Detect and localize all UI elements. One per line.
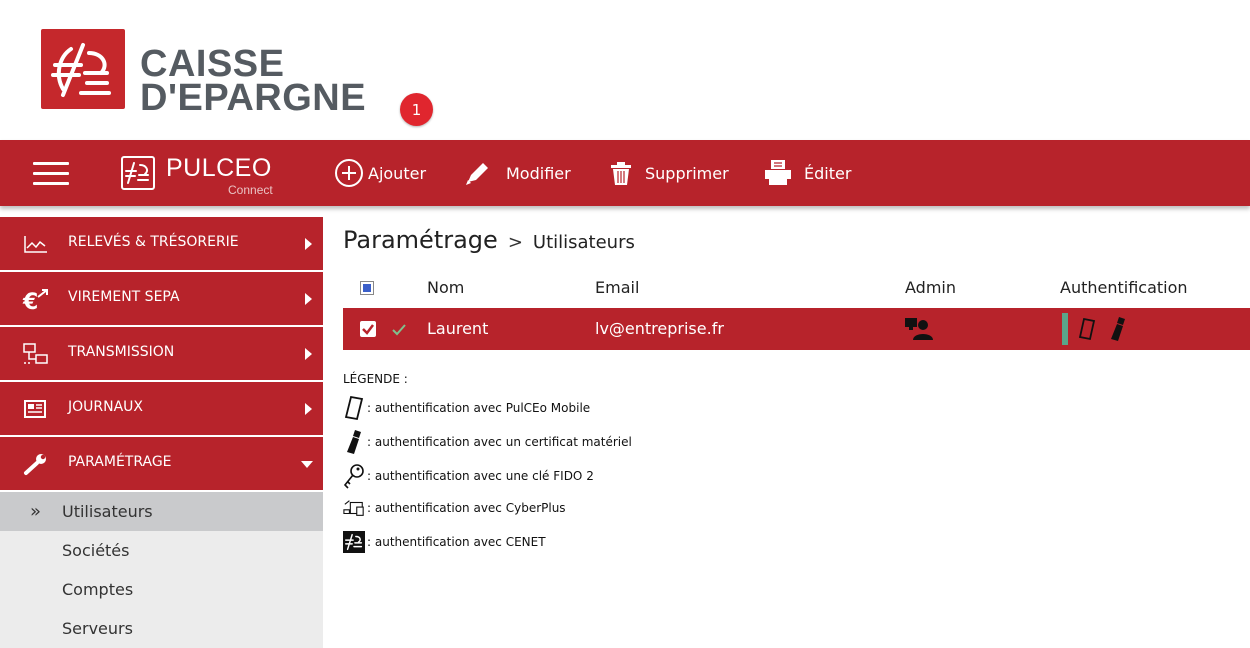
print-button[interactable]: Éditer [762,157,851,189]
submenu-item-comptes[interactable]: Comptes [0,570,323,609]
row-checkbox[interactable] [360,321,376,337]
cenet-logo-icon [343,529,365,555]
pulceo-logo-icon [120,155,156,191]
sidebar-item-label: VIREMENT SEPA [68,289,180,305]
chevron-right-icon [305,238,312,250]
admin-user-icon [905,318,933,340]
chart-line-icon [24,236,47,253]
pencil-icon [466,163,488,185]
auth-status-bar [1062,313,1068,345]
sidebar-item-label: PARAMÉTRAGE [68,454,172,470]
squirrel-logo-icon [41,29,125,109]
legend-text: : authentification avec CyberPlus [367,501,566,515]
euro-transfer-icon: € [22,289,48,311]
bank-name-line2: D'EPARGNE [140,77,367,119]
column-header-admin[interactable]: Admin [905,278,956,297]
breadcrumb-separator: > [507,232,523,253]
breadcrumb: Paramétrage > Utilisateurs [343,226,635,254]
cell-name: Laurent [427,319,489,338]
submenu-item-utilisateurs[interactable]: » Utilisateurs [0,492,323,531]
add-label: Ajouter [368,163,427,183]
chevron-right-icon [305,293,312,305]
chevron-down-icon [301,461,313,468]
newspaper-icon [24,400,46,418]
app-name: PULCEO [166,154,272,182]
legend-text: : authentification avec PulCEo Mobile [367,401,591,415]
printer-icon [765,160,791,185]
delete-button[interactable]: Supprimer [609,157,729,189]
top-toolbar: PULCEO Connect Ajouter Modifier Supprime… [0,140,1250,206]
checkmark-icon [362,324,374,335]
add-button[interactable]: Ajouter [334,157,426,189]
legend-title: LÉGENDE : [343,372,408,386]
trash-icon [611,162,631,185]
sidebar-item-label: RELEVÉS & TRÉSORERIE [68,234,239,250]
submenu-item-label: Sociétés [62,541,130,560]
mobile-phone-icon [1078,317,1096,341]
legend-item: : authentification avec PulCEo Mobile [343,394,590,422]
active-check-icon [392,324,406,336]
network-icon [23,343,48,364]
usb-key-icon [1111,317,1125,341]
sidebar-item-label: TRANSMISSION [68,344,175,360]
usb-key-icon [343,429,365,455]
app-subtitle: Connect [228,183,273,197]
table-header: Nom Email Admin Authentification [343,274,1250,304]
sidebar-item-parametrage[interactable]: PARAMÉTRAGE [0,437,323,490]
column-header-authentification[interactable]: Authentification [1060,278,1188,297]
double-chevron-icon: » [30,501,42,522]
sidebar-item-virement[interactable]: € VIREMENT SEPA [0,272,323,325]
legend: LÉGENDE : [343,372,408,390]
column-header-email[interactable]: Email [595,278,639,297]
cell-email: lv@entreprise.fr [595,319,724,338]
breadcrumb-root[interactable]: Paramétrage [343,226,498,254]
legend-list: : authentification avec PulCEo Mobile : … [343,392,763,572]
bank-name-line1: CAISSE [140,43,285,85]
sidebar-item-releves[interactable]: RELEVÉS & TRÉSORERIE [0,217,323,270]
legend-item: : authentification avec CyberPlus [343,494,566,522]
submenu-item-label: Comptes [62,580,134,599]
key-icon [343,463,365,489]
mobile-phone-icon [343,395,365,421]
legend-item: : authentification avec un certificat ma… [343,428,632,456]
plus-circle-icon [335,159,363,187]
submenu-item-label: Serveurs [62,619,133,638]
legend-text: : authentification avec CENET [367,535,546,549]
sidebar-item-transmission[interactable]: TRANSMISSION [0,327,323,380]
select-all-checkbox[interactable] [360,281,374,295]
edit-label: Modifier [506,163,571,183]
wrench-icon [24,454,46,475]
delete-label: Supprimer [645,163,729,183]
chevron-right-icon [305,348,312,360]
edit-button[interactable]: Modifier [462,157,571,189]
bank-name: CAISSE D'EPARGNE [140,43,367,119]
submenu-item-societes[interactable]: Sociétés [0,531,323,570]
legend-item: : authentification avec CENET [343,528,546,556]
submenu-item-serveurs[interactable]: Serveurs [0,609,323,648]
svg-text:€: € [22,290,38,311]
legend-item: : authentification avec une clé FIDO 2 [343,462,594,490]
notification-badge[interactable]: 1 [400,93,433,126]
devices-icon [343,495,365,521]
breadcrumb-current: Utilisateurs [532,232,635,253]
print-label: Éditer [804,163,852,183]
sidebar-item-journaux[interactable]: JOURNAUX [0,382,323,435]
table-row[interactable]: Laurent lv@entreprise.fr [343,308,1250,350]
bank-logo: CAISSE D'EPARGNE [41,29,461,124]
hamburger-menu-icon[interactable] [33,162,69,186]
sidebar-submenu: » Utilisateurs Sociétés Comptes Serveurs [0,492,323,648]
chevron-right-icon [305,403,312,415]
sidebar-item-label: JOURNAUX [68,399,144,415]
legend-text: : authentification avec une clé FIDO 2 [367,469,594,483]
sidebar: RELEVÉS & TRÉSORERIE € VIREMENT SEPA TRA… [0,217,323,648]
legend-text: : authentification avec un certificat ma… [367,435,632,449]
submenu-item-label: Utilisateurs [62,502,153,521]
column-header-nom[interactable]: Nom [427,278,464,297]
